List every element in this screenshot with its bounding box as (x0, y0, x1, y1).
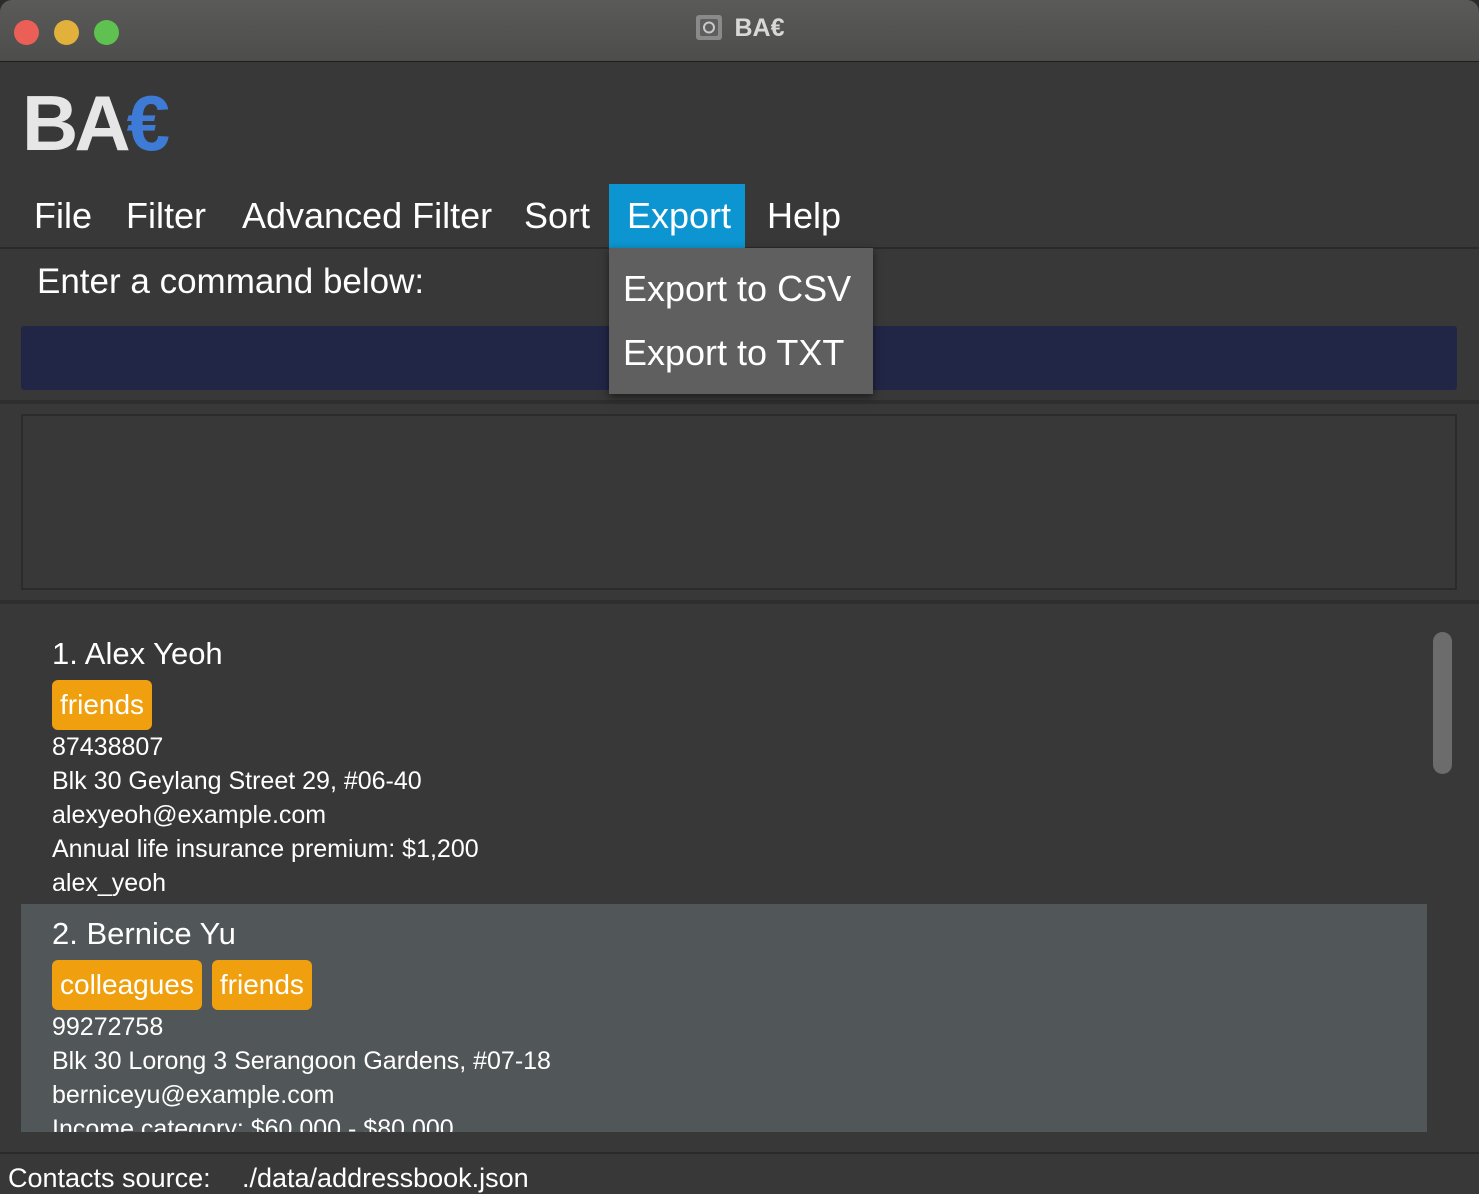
list-scrollbar[interactable] (1428, 624, 1458, 1132)
app-window: BA€ File Filter Advanced Filter Sort Exp… (0, 62, 1479, 1194)
window-title: BA€ (0, 14, 1479, 43)
contact-phone: 99272758 (52, 1013, 164, 1041)
contact-address: Blk 30 Lorong 3 Serangoon Gardens, #07-1… (52, 1047, 551, 1075)
contact-handle: alex_yeoh (52, 869, 166, 897)
result-display[interactable] (21, 414, 1457, 590)
contact-name: 1. Alex Yeoh (52, 636, 223, 671)
app-logo: BA€ (22, 84, 170, 162)
logo-euro-symbol: € (126, 79, 170, 167)
contact-tags: colleagues friends (52, 960, 1427, 1010)
divider (0, 600, 1479, 604)
menu-advanced-filter[interactable]: Advanced Filter (224, 184, 510, 248)
tag-badge: colleagues (52, 960, 202, 1010)
menu-file[interactable]: File (16, 184, 110, 248)
tag-badge: friends (211, 960, 312, 1010)
menu-filter[interactable]: Filter (108, 184, 224, 248)
scrollbar-thumb[interactable] (1433, 632, 1452, 774)
contact-tags: friends (52, 680, 1427, 730)
contact-email: berniceyu@example.com (52, 1081, 335, 1109)
logo-text: BA (22, 79, 131, 167)
command-label: Enter a command below: (37, 262, 425, 301)
menu-item-export-csv[interactable]: Export to CSV (609, 257, 873, 321)
contact-card[interactable]: 2. Bernice Yu colleagues friends 99272758… (21, 904, 1427, 1132)
status-file-path: ./data/addressbook.json (242, 1163, 529, 1193)
contact-list[interactable]: 1. Alex Yeoh friends 87438807 Blk 30 Gey… (21, 624, 1427, 1132)
window-title-text: BA€ (734, 14, 785, 42)
contact-info: Income category: $60,000 - $80,000 (52, 1115, 454, 1132)
status-bar: Contacts source: ./data/addressbook.json (0, 1152, 1479, 1194)
menu-bar: File Filter Advanced Filter Sort Export … (0, 184, 1479, 249)
contact-card[interactable]: 1. Alex Yeoh friends 87438807 Blk 30 Gey… (21, 624, 1427, 904)
export-dropdown-menu: Export to CSV Export to TXT (609, 248, 873, 394)
contact-phone: 87438807 (52, 733, 164, 761)
menu-item-export-txt[interactable]: Export to TXT (609, 321, 873, 385)
contact-name: 2. Bernice Yu (52, 916, 236, 951)
menu-help[interactable]: Help (749, 184, 859, 248)
contact-email: alexyeoh@example.com (52, 801, 327, 829)
title-bar: BA€ (0, 0, 1479, 62)
divider (0, 400, 1479, 404)
menu-sort[interactable]: Sort (506, 184, 608, 248)
app-icon (696, 14, 723, 40)
menu-export[interactable]: Export (609, 184, 745, 248)
tag-badge: friends (52, 680, 153, 730)
contact-address: Blk 30 Geylang Street 29, #06-40 (52, 767, 422, 795)
status-label: Contacts source: (8, 1163, 211, 1193)
contact-info: Annual life insurance premium: $1,200 (52, 835, 479, 863)
